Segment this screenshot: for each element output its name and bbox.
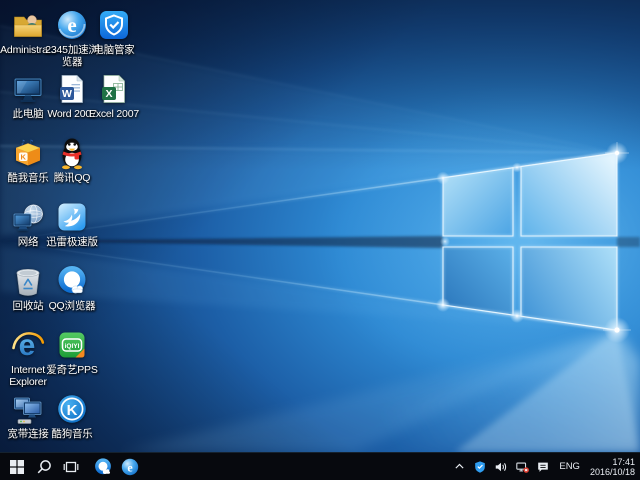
taskbar-qq-browser-button[interactable] <box>89 453 116 480</box>
icon-label: QQ浏览器 <box>42 300 102 312</box>
svg-text:K: K <box>20 153 26 162</box>
qq-browser-taskbar-icon <box>93 457 113 477</box>
search-icon <box>36 459 52 475</box>
language-indicator[interactable]: ENG <box>556 453 583 480</box>
svg-text:e: e <box>67 13 76 37</box>
desktop-icon-tencent-qq[interactable]: 腾讯QQ <box>42 136 102 184</box>
windows-desktop: Administra... e 2345加速浏览器 电脑管家 此电脑 W Wor… <box>0 0 640 480</box>
icon-label: 酷狗音乐 <box>42 428 102 440</box>
icon-label: 爱奇艺PPS <box>42 364 102 376</box>
recycle-bin-icon <box>11 264 45 298</box>
icon-label: 迅雷极速版 <box>42 236 102 248</box>
svg-text:iQIYI: iQIYI <box>65 343 80 350</box>
qq-penguin-icon <box>55 136 89 170</box>
taskbar-2345-browser-button[interactable]: e <box>116 453 143 480</box>
excel-spreadsheet-icon: X <box>97 72 131 106</box>
clock-date: 2016/10/18 <box>590 467 635 477</box>
icon-label: 腾讯QQ <box>42 172 102 184</box>
action-center-icon <box>536 460 550 474</box>
action-center-button[interactable] <box>535 453 551 480</box>
2345-browser-taskbar-icon: e <box>120 457 140 477</box>
windows-logo-icon <box>9 459 25 475</box>
administrator-folder-icon <box>11 8 45 42</box>
task-view-icon <box>63 459 79 475</box>
xunlei-bird-icon <box>55 200 89 234</box>
search-button[interactable] <box>30 453 57 480</box>
chevron-up-icon <box>453 460 466 473</box>
icon-label: Excel 2007 <box>84 108 144 120</box>
pc-manager-tray-shield-icon <box>473 460 487 474</box>
desktop-icon-excel-2007[interactable]: X Excel 2007 <box>84 72 144 120</box>
desktop-icon-kugou-music[interactable]: K 酷狗音乐 <box>42 392 102 440</box>
svg-text:e: e <box>127 460 133 474</box>
internet-explorer-icon: e <box>11 328 45 362</box>
broadband-connection-icon <box>11 392 45 426</box>
clock-time: 17:41 <box>590 457 635 467</box>
desktop-icon-iqiyi-pps[interactable]: iQIYI 爱奇艺PPS <box>42 328 102 376</box>
volume-button[interactable] <box>493 453 509 480</box>
desktop-icon-pc-manager[interactable]: 电脑管家 <box>84 8 144 56</box>
svg-text:X: X <box>105 88 112 100</box>
network-globe-icon <box>11 200 45 234</box>
kugou-music-icon: K <box>55 392 89 426</box>
pc-manager-shield-icon <box>97 8 131 42</box>
taskbar: e ENG 17:41 2016/10/18 <box>0 452 640 480</box>
language-code: ENG <box>559 461 580 472</box>
task-view-button[interactable] <box>57 453 84 480</box>
svg-text:W: W <box>62 88 72 100</box>
tray-pc-manager-button[interactable] <box>472 453 488 480</box>
desktop-icon-xunlei[interactable]: 迅雷极速版 <box>42 200 102 248</box>
system-tray: ENG 17:41 2016/10/18 <box>451 453 640 480</box>
icon-label: 电脑管家 <box>84 44 144 56</box>
kuwo-music-box-icon: ♪♪K <box>11 136 45 170</box>
start-button[interactable] <box>3 453 30 480</box>
this-pc-monitor-icon <box>11 72 45 106</box>
clock[interactable]: 17:41 2016/10/18 <box>588 453 635 480</box>
speaker-icon <box>494 460 508 474</box>
network-disconnected-icon <box>515 460 530 474</box>
desktop-icon-qq-browser[interactable]: QQ浏览器 <box>42 264 102 312</box>
show-hidden-icons-button[interactable] <box>451 453 467 480</box>
network-status-button[interactable] <box>514 453 530 480</box>
taskbar-left: e <box>0 453 143 480</box>
svg-text:K: K <box>67 402 78 419</box>
qq-browser-icon <box>55 264 89 298</box>
iqiyi-icon: iQIYI <box>55 328 89 362</box>
